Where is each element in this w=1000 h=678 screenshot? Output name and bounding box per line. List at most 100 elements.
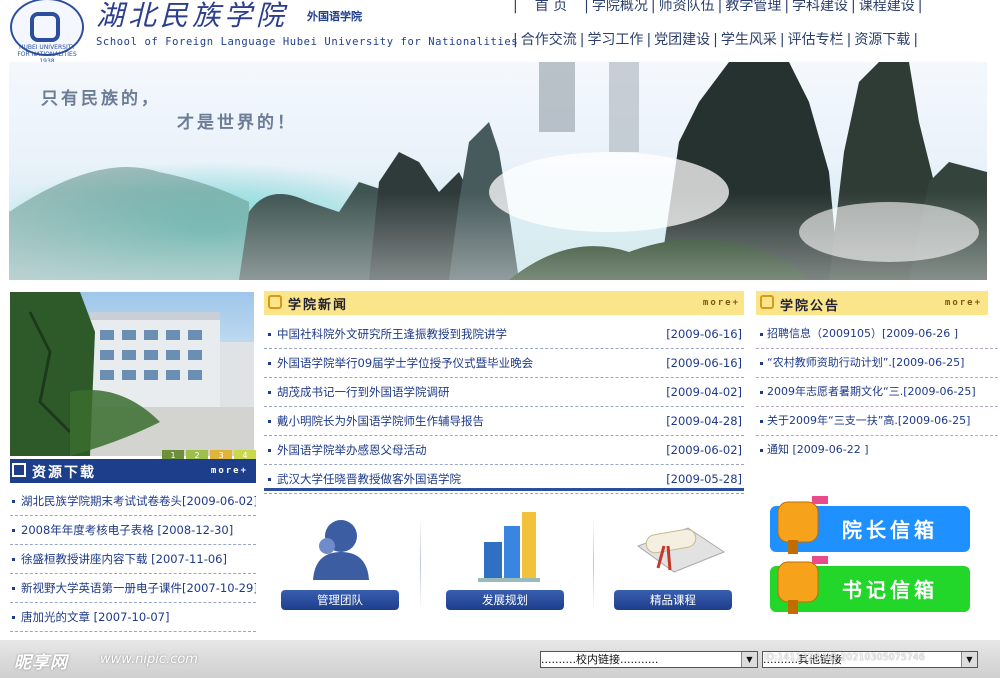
news-date: [2009-06-02]	[666, 443, 742, 457]
main-nav-row-1: | 首 页 | 学院概况 | 师资队伍 | 教学管理 | 学科建设 | 课程建设 |	[513, 0, 923, 14]
quality-courses-button[interactable]: 精品课程	[614, 590, 732, 610]
news-headline[interactable]: 外国语学院举行09届学士学位授予仪式暨毕业晚会	[277, 356, 533, 370]
school-name-cn: 湖北民族学院	[96, 0, 289, 32]
nav-students[interactable]: 学生风采	[721, 32, 777, 48]
notice-item[interactable]: 招聘信息（2009105）[2009-06-26 ]	[756, 320, 998, 349]
nav-teaching[interactable]: 教学管理	[725, 0, 781, 14]
news-item[interactable]: 外国语学院举行09届学士学位授予仪式暨毕业晚会 [2009-06-16]	[264, 349, 744, 378]
news-headline[interactable]: 胡茂成书记一行到外国语学院调研	[277, 385, 450, 399]
nav-courses[interactable]: 课程建设	[859, 0, 915, 14]
resources-more-link[interactable]: more+	[211, 466, 248, 476]
notice-list: 招聘信息（2009105）[2009-06-26 ] “农村教师资助行动计划”.…	[756, 320, 998, 464]
notice-item[interactable]: 通知 [2009-06-22 ]	[756, 436, 998, 464]
feature-management-team[interactable]: 管理团队	[281, 512, 401, 610]
nav-study-work[interactable]: 学习工作	[587, 32, 643, 48]
bullet-icon	[268, 420, 271, 423]
management-team-button[interactable]: 管理团队	[281, 590, 399, 610]
news-item[interactable]: 外国语学院举办感恩父母活动 [2009-06-02]	[264, 436, 744, 465]
news-divider	[264, 488, 744, 491]
photo-pager: 1234	[160, 443, 256, 462]
news-headline[interactable]: 武汉大学任晓晋教授做客外国语学院	[277, 472, 461, 486]
feature-development-plan[interactable]: 发展规划	[446, 512, 566, 610]
campus-photo[interactable]	[10, 292, 254, 456]
bullet-icon	[268, 391, 271, 394]
news-headline[interactable]: 中国社科院外文研究所王逢振教授到我院讲学	[277, 327, 507, 341]
list-item[interactable]: 徐盛桓教授讲座内容下载 [2007-11-06]	[10, 545, 256, 574]
development-plan-button[interactable]: 发展规划	[446, 590, 564, 610]
notice-item[interactable]: “农村教师资助行动计划”.[2009-06-25]	[756, 349, 998, 378]
list-item[interactable]: 新视野大学英语第一册电子课件[2007-10-29]	[10, 574, 256, 603]
feature-divider	[593, 518, 594, 610]
notice-header: 学院公告 more+	[756, 291, 988, 315]
bullet-icon	[12, 529, 15, 532]
nav-party[interactable]: 党团建设	[654, 32, 710, 48]
news-date: [2009-06-16]	[666, 356, 742, 370]
news-headline[interactable]: 外国语学院举办感恩父母活动	[277, 443, 427, 457]
nav-discipline[interactable]: 学科建设	[792, 0, 848, 14]
news-date: [2009-04-28]	[666, 414, 742, 428]
chevron-down-icon[interactable]: ▼	[961, 652, 977, 667]
news-item[interactable]: 中国社科院外文研究所王逢振教授到我院讲学 [2009-06-16]	[264, 320, 744, 349]
secretary-mailbox-label: 书记信箱	[842, 578, 938, 602]
campus-links-select[interactable]: ..........校内链接........... ▼	[540, 651, 758, 668]
bullet-icon	[760, 332, 763, 336]
notice-item[interactable]: 2009年志愿者暑期文化“三.[2009-06-25]	[756, 378, 998, 407]
president-mailbox-button[interactable]: 院长信箱	[770, 496, 970, 554]
news-date: [2009-06-16]	[666, 327, 742, 341]
university-logo[interactable]: HUBEI UNIVERSITY FOR NATIONALITIES 1938	[10, 0, 84, 65]
bullet-icon	[268, 449, 271, 452]
list-item[interactable]: 唐加光的文章 [2007-10-07]	[10, 603, 256, 632]
news-date: [2009-04-02]	[666, 385, 742, 399]
secretary-mailbox-button[interactable]: 书记信箱	[770, 556, 970, 614]
nav-downloads[interactable]: 资源下载	[854, 32, 910, 48]
user-silhouette-icon	[313, 520, 369, 580]
resources-header: 资源下载 more+	[10, 459, 256, 483]
nipic-watermark: 昵享网	[14, 653, 68, 673]
section-square-icon	[12, 463, 26, 477]
hero-banner: 只有民族的， 才是世界的！	[9, 62, 987, 280]
notice-item[interactable]: 关于2009年“三支一扶”高.[2009-06-25]	[756, 407, 998, 436]
list-item[interactable]: 湖北民族学院期末考试试卷卷头[2009-06-02]	[10, 487, 256, 516]
notice-more-link[interactable]: more+	[945, 298, 982, 308]
nav-cooperation[interactable]: 合作交流	[521, 32, 577, 48]
nipic-watermark-url: www.nipic.com	[100, 652, 198, 667]
resources-list: 湖北民族学院期末考试试卷卷头[2009-06-02] 2008年年度考核电子表格…	[10, 487, 256, 632]
diploma-scroll-icon	[636, 527, 726, 573]
banner-slogan-line-1: 只有民族的，	[41, 89, 161, 109]
feature-quality-courses[interactable]: 精品课程	[614, 512, 734, 610]
news-item[interactable]: 戴小明院长为外国语学院师生作辅导报告 [2009-04-28]	[264, 407, 744, 436]
bullet-icon	[12, 587, 15, 590]
news-header: 学院新闻 more+	[264, 291, 744, 315]
watermark-id: ID:1411328 NO:20210305075746	[764, 652, 925, 663]
chevron-down-icon[interactable]: ▼	[741, 652, 757, 667]
bullet-icon	[268, 362, 271, 365]
section-square-icon	[760, 295, 774, 309]
bullet-icon	[12, 558, 15, 561]
news-headline[interactable]: 戴小明院长为外国语学院师生作辅导报告	[277, 414, 484, 428]
school-subtitle: 外国语学院	[307, 10, 362, 23]
bullet-icon	[268, 333, 271, 336]
bullet-icon	[760, 419, 763, 423]
main-nav-row-2: | 合作交流 | 学习工作 | 党团建设 | 学生风采 | 评估专栏 | 资源下载 |	[513, 32, 919, 48]
nav-evaluation[interactable]: 评估专栏	[788, 32, 844, 48]
campus-building-illustration	[10, 292, 254, 456]
news-item[interactable]: 胡茂成书记一行到外国语学院调研 [2009-04-02]	[264, 378, 744, 407]
bullet-icon	[268, 478, 271, 481]
bullet-icon	[12, 500, 15, 503]
nav-about[interactable]: 学院概况	[592, 0, 648, 14]
bullet-icon	[760, 361, 763, 365]
mailbox-icon	[777, 556, 828, 614]
president-mailbox-label: 院长信箱	[842, 518, 938, 542]
nav-faculty[interactable]: 师资队伍	[659, 0, 715, 14]
news-list: 中国社科院外文研究所王逢振教授到我院讲学 [2009-06-16] 外国语学院举行…	[264, 320, 744, 494]
logo-emblem-icon	[30, 12, 60, 42]
section-square-icon	[268, 295, 282, 309]
list-item[interactable]: 2008年年度考核电子表格 [2008-12-30]	[10, 516, 256, 545]
news-title: 学院新闻	[288, 298, 349, 313]
news-more-link[interactable]: more+	[703, 298, 740, 308]
resources-title: 资源下载	[32, 465, 96, 481]
notice-title: 学院公告	[780, 299, 841, 314]
mailbox-icon	[777, 496, 828, 554]
banner-slogan-line-2: 才是世界的！	[177, 113, 297, 133]
nav-home[interactable]: 首 页	[521, 0, 581, 14]
